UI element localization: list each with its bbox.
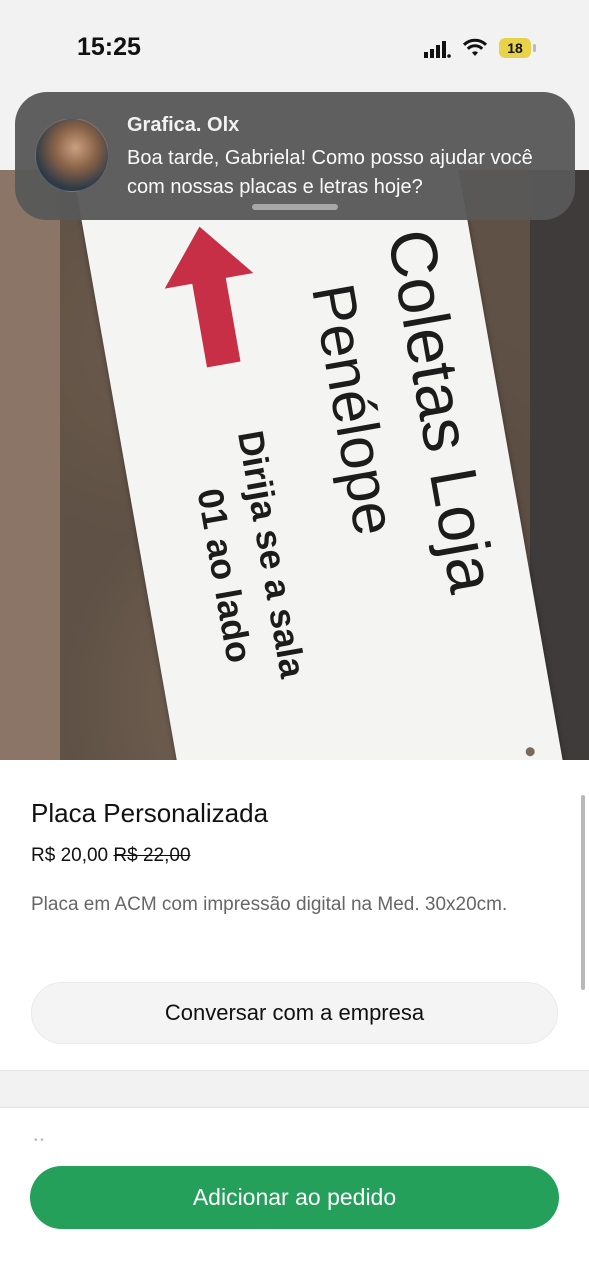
status-time: 15:25 <box>77 33 141 61</box>
sender-avatar <box>35 118 109 192</box>
sign-screw <box>524 746 536 757</box>
cellular-signal-icon <box>424 41 451 58</box>
product-title: Placa Personalizada <box>31 798 269 828</box>
current-price: R$ 20,00 <box>31 845 109 866</box>
product-photo[interactable]: Coletas Loja Penélope Dirija se a sala 0… <box>0 170 589 760</box>
push-notification[interactable]: Grafica. Olx Boa tarde, Gabriela! Como p… <box>15 92 575 220</box>
product-description: Placa em ACM com impressão digital na Me… <box>31 894 508 915</box>
status-bar: 15:25 18 <box>0 0 589 95</box>
add-to-order-button[interactable]: Adicionar ao pedido <box>30 1166 559 1229</box>
product-details: Placa Personalizada R$ 20,00 R$ 22,00 Pl… <box>0 760 589 1070</box>
notification-sender: Grafica. Olx <box>127 114 240 136</box>
old-price: R$ 22,00 <box>113 845 191 866</box>
photo-left-edge <box>0 170 60 760</box>
chat-with-company-button[interactable]: Conversar com a empresa <box>31 982 558 1044</box>
wifi-icon <box>463 38 487 56</box>
scrollbar[interactable] <box>581 795 585 990</box>
battery-icon: 18 <box>499 38 531 58</box>
price-row: R$ 20,00 R$ 22,00 <box>31 845 191 867</box>
notification-message: Boa tarde, Gabriela! Como posso ajudar v… <box>127 147 533 198</box>
red-arrow-icon <box>164 226 254 368</box>
section-divider <box>0 1070 589 1108</box>
notification-handle[interactable] <box>252 204 338 210</box>
battery-tip <box>533 44 536 52</box>
partial-content-indicator: • • <box>34 1135 44 1146</box>
